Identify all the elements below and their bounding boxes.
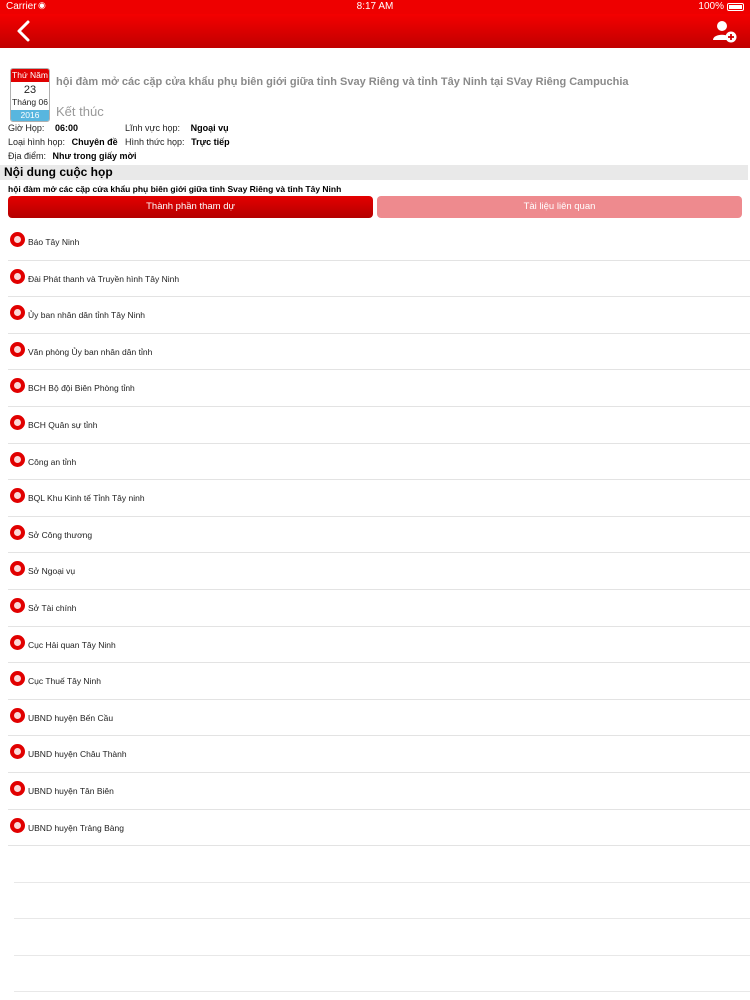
list-item-label: Cục Hải quan Tây Ninh <box>28 639 116 650</box>
organization-icon <box>10 707 25 723</box>
list-item[interactable]: Văn phòng Ủy ban nhân dân tỉnh <box>8 334 750 371</box>
meeting-field-value: Ngoại vụ <box>190 123 229 133</box>
list-item[interactable]: UBND huyện Trảng Bàng <box>8 810 750 847</box>
list-item-label: BCH Bộ đội Biên Phòng tỉnh <box>28 383 135 394</box>
list-item-label: UBND huyện Bến Cầu <box>28 712 114 723</box>
empty-row <box>14 956 750 993</box>
calendar-weekday: Thứ Năm <box>11 69 49 82</box>
meeting-time-label: Giờ Họp: <box>8 123 45 133</box>
list-item[interactable]: BQL Khu Kinh tế Tỉnh Tây ninh <box>8 480 750 517</box>
calendar-day: 23 <box>23 84 37 96</box>
organization-icon <box>10 671 25 687</box>
battery-percentage: 100% <box>698 1 724 12</box>
add-participant-button[interactable] <box>712 18 738 44</box>
meeting-location: Địa điểm: Như trong giấy mời <box>8 151 136 161</box>
meeting-time: Giờ Họp: 06:00 <box>8 123 78 133</box>
list-item[interactable]: Đài Phát thanh và Truyền hình Tây Ninh <box>8 261 750 298</box>
organization-icon <box>10 524 25 540</box>
calendar-year: 2016 <box>11 110 49 121</box>
meeting-form-label: Hình thức họp: <box>125 137 185 147</box>
list-item-label: Công an tỉnh <box>28 456 77 467</box>
list-item-label: UBND huyện Trảng Bàng <box>28 822 124 833</box>
list-item[interactable]: Báo Tây Ninh <box>8 224 750 261</box>
list-item[interactable]: UBND huyện Châu Thành <box>8 736 750 773</box>
meeting-type-value: Chuyên đề <box>71 137 118 147</box>
tab-attendees[interactable]: Thành phần tham dự <box>8 196 373 218</box>
list-item[interactable]: Sở Công thương <box>8 517 750 554</box>
list-item-label: BQL Khu Kinh tế Tỉnh Tây ninh <box>28 493 145 504</box>
section-title: Nội dung cuộc họp <box>4 165 113 179</box>
calendar-month: Tháng 06 <box>12 97 48 107</box>
organization-icon <box>10 561 25 577</box>
list-item-label: Sở Ngoại vụ <box>28 566 76 577</box>
organization-icon <box>10 780 25 796</box>
meeting-field-label: Lĩnh vực họp: <box>125 123 181 133</box>
meeting-location-label: Địa điểm: <box>8 151 47 161</box>
organization-icon <box>10 414 25 430</box>
meeting-status: Kết thúc <box>56 104 104 119</box>
user-add-icon <box>713 21 737 43</box>
section-header: Nội dung cuộc họp <box>0 165 748 180</box>
organization-icon <box>10 597 25 613</box>
back-chevron-icon <box>17 20 30 42</box>
meeting-location-value: Như trong giấy mời <box>52 151 137 161</box>
organization-icon <box>10 817 25 833</box>
list-item[interactable]: Công an tỉnh <box>8 444 750 481</box>
list-item[interactable]: Sở Tài chính <box>8 590 750 627</box>
list-item-label: Cục Thuế Tây Ninh <box>28 676 101 687</box>
list-item[interactable]: BCH Quân sự tỉnh <box>8 407 750 444</box>
organization-icon <box>10 232 25 247</box>
meeting-form-value: Trực tiếp <box>191 137 230 147</box>
meeting-subject: hội đàm mở các cặp cửa khẩu phụ biên giớ… <box>8 184 342 194</box>
organization-icon <box>10 378 25 394</box>
list-item-label: Báo Tây Ninh <box>28 237 80 247</box>
list-item-label: UBND huyện Tân Biên <box>28 785 114 796</box>
list-item[interactable]: BCH Bộ đội Biên Phòng tỉnh <box>8 370 750 407</box>
meeting-header: Thứ Năm 23 Tháng 06 2016 hội đàm mở các … <box>8 66 748 122</box>
meeting-type-label: Loại hình họp: <box>8 137 66 147</box>
organization-icon <box>10 341 25 357</box>
calendar-icon: Thứ Năm 23 Tháng 06 2016 <box>10 68 50 122</box>
organization-icon <box>10 451 25 467</box>
empty-row <box>14 919 750 956</box>
meeting-form: Hình thức họp: Trực tiếp <box>125 137 230 147</box>
attendee-list: Báo Tây Ninh Đài Phát thanh và Truyền hì… <box>0 224 750 993</box>
battery-icon <box>727 3 744 11</box>
organization-icon <box>10 268 25 284</box>
status-time: 8:17 AM <box>356 1 394 12</box>
list-item-label: UBND huyện Châu Thành <box>28 749 127 760</box>
list-item[interactable]: UBND huyện Bến Cầu <box>8 700 750 737</box>
list-item[interactable]: Ủy ban nhân dân tỉnh Tây Ninh <box>8 297 750 334</box>
meeting-title: hội đàm mở các cặp cửa khẩu phụ biên giớ… <box>56 76 629 88</box>
list-item[interactable]: UBND huyện Tân Biên <box>8 773 750 810</box>
navigation-bar <box>0 14 750 48</box>
list-item-label: Đài Phát thanh và Truyền hình Tây Ninh <box>28 273 180 284</box>
meeting-time-value: 06:00 <box>54 123 78 133</box>
back-button[interactable] <box>12 18 36 44</box>
tab-documents[interactable]: Tài liệu liên quan <box>377 196 742 218</box>
list-item-label: Văn phòng Ủy ban nhân dân tỉnh <box>28 346 153 357</box>
list-item-label: Sở Tài chính <box>28 602 77 613</box>
organization-icon <box>10 634 25 650</box>
organization-icon <box>10 744 25 760</box>
organization-icon <box>10 488 25 504</box>
empty-row <box>14 883 750 920</box>
list-item-label: Sở Công thương <box>28 529 93 540</box>
list-item-label: BCH Quân sự tỉnh <box>28 419 98 430</box>
list-item[interactable]: Cục Hải quan Tây Ninh <box>8 627 750 664</box>
list-item[interactable]: Sở Ngoại vụ <box>8 553 750 590</box>
empty-row <box>14 846 750 883</box>
status-bar: Carrier ◉ 8:17 AM 100% <box>0 0 750 14</box>
organization-icon <box>10 305 25 321</box>
list-item-label: Ủy ban nhân dân tỉnh Tây Ninh <box>28 310 146 321</box>
meeting-field: Lĩnh vực họp: Ngoại vụ <box>125 123 229 133</box>
list-item[interactable]: Cục Thuế Tây Ninh <box>8 663 750 700</box>
meeting-type: Loại hình họp: Chuyên đề <box>8 137 118 147</box>
